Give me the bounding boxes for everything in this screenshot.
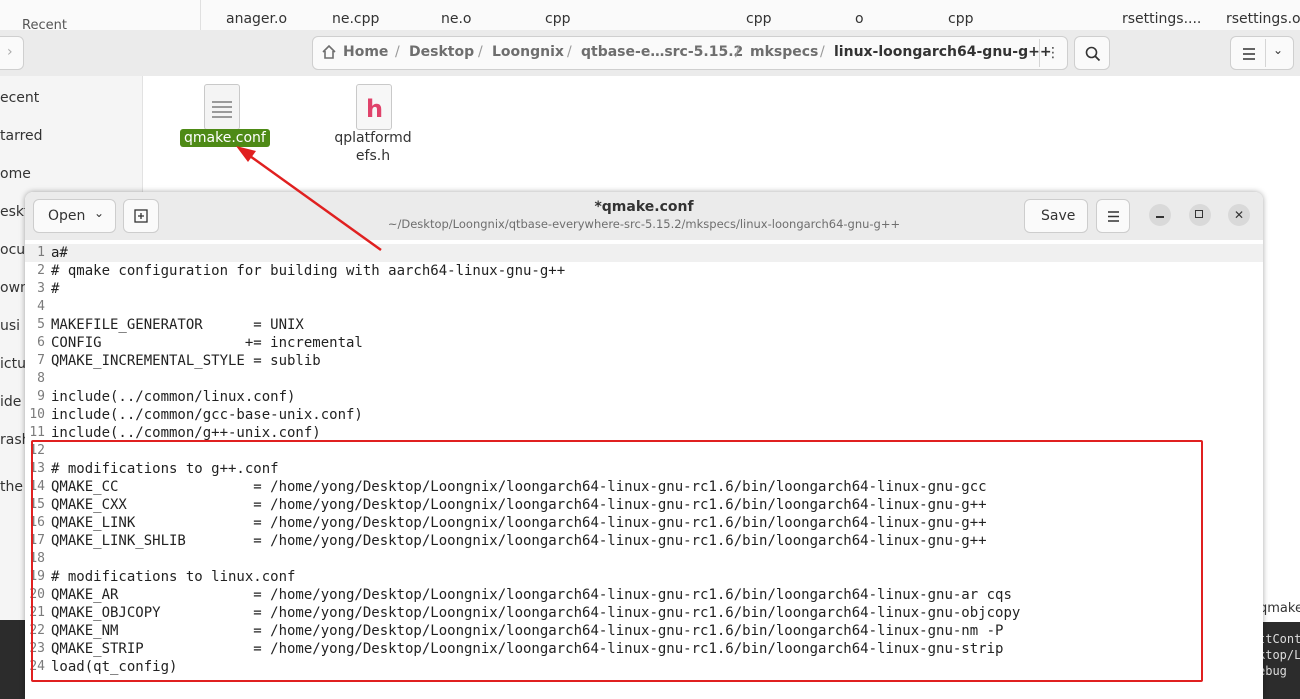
code-line: QMAKE_INCREMENTAL_STYLE = sublib (51, 353, 321, 369)
chevron-down-icon: ⌄ (1273, 43, 1284, 57)
code-line: # qmake configuration for building with … (51, 263, 566, 279)
background-file: rsettings.o (1226, 11, 1300, 27)
line-number: 10 (29, 407, 45, 422)
line-number: 7 (37, 353, 45, 368)
code-line: a# (51, 245, 68, 261)
save-button[interactable]: Save (1024, 199, 1088, 233)
annotation-highlight-box (31, 440, 1203, 682)
current-line-highlight (25, 244, 1263, 262)
terminal-text: ttCont (1258, 632, 1300, 646)
line-number: 9 (37, 389, 45, 404)
background-file: ne.cpp (332, 11, 380, 27)
line-number: 2 (37, 263, 45, 278)
sidebar-item-home[interactable]: ome (0, 166, 31, 182)
main-menu-button[interactable] (1096, 199, 1130, 233)
line-number: 3 (37, 281, 45, 296)
maximize-button[interactable] (1189, 204, 1211, 226)
breadcrumb: Home / Desktop / Loongnix / qtbase-e…src… (312, 36, 1068, 70)
line-number: 4 (37, 299, 45, 314)
code-line: include(../common/linux.conf) (51, 389, 296, 405)
background-file: qmake. (1259, 601, 1300, 616)
file-manager-headerbar: › Home / Desktop / Loongnix / qtbase-e…s… (0, 30, 1300, 77)
editor-headerbar: Open ⌄ *qmake.conf ~/Desktop/Loongnix/qt… (25, 192, 1263, 241)
sidebar-item-starred[interactable]: tarred (0, 128, 43, 144)
code-editor[interactable]: 1 a# 2 # qmake configuration for building w… (25, 240, 1263, 699)
sidebar-item-recent[interactable]: ecent (0, 90, 39, 106)
background-file: cpp (948, 11, 974, 27)
line-number: 8 (37, 371, 45, 386)
background-file: o (855, 11, 864, 27)
save-button-label: Save (1041, 208, 1076, 224)
background-file: ne.o (441, 11, 472, 27)
search-button[interactable] (1074, 36, 1110, 70)
background-file: cpp (746, 11, 772, 27)
code-line: # (51, 281, 60, 297)
close-button[interactable]: ✕ (1228, 204, 1250, 226)
background-file: rsettings.... (1122, 11, 1202, 27)
file-label-qmake-conf[interactable]: qmake.conf (180, 129, 270, 147)
background-window-strip: Recent anager.o ne.cpp ne.o cpp cpp o cp… (0, 0, 1300, 33)
terminal-text: ktop/Lo (1258, 648, 1300, 662)
minimize-button[interactable] (1149, 204, 1171, 226)
text-file-icon[interactable] (204, 84, 240, 130)
breadcrumb-qtbase[interactable]: qtbase-e…src-5.15.2 (581, 44, 743, 60)
line-number: 5 (37, 317, 45, 332)
breadcrumb-desktop[interactable]: Desktop (409, 44, 474, 60)
sidebar-item-other[interactable]: the (0, 479, 23, 495)
chevron-right-icon: › (7, 44, 13, 60)
breadcrumb-loongnix[interactable]: Loongnix (492, 44, 564, 60)
home-icon[interactable] (322, 44, 336, 59)
text-editor-window: Open ⌄ *qmake.conf ~/Desktop/Loongnix/qt… (25, 192, 1263, 699)
code-line: CONFIG += incremental (51, 335, 363, 351)
sidebar-item-music[interactable]: usi (0, 318, 20, 334)
code-line: MAKEFILE_GENERATOR = UNIX (51, 317, 304, 333)
path-menu-icon[interactable]: ⋮ (1039, 39, 1066, 67)
file-label-line: efs.h (355, 148, 391, 164)
sidebar-item-documents[interactable]: ocu (0, 242, 25, 258)
header-file-icon[interactable]: h (356, 84, 392, 130)
background-file: anager.o (226, 11, 288, 27)
background-file: cpp (545, 11, 571, 27)
breadcrumb-current[interactable]: linux-loongarch64-gnu-g++ (834, 44, 1052, 60)
file-label-line: qplatformd (334, 130, 412, 146)
sidebar-item-videos[interactable]: ide (0, 394, 21, 410)
search-icon (1085, 46, 1101, 66)
line-number: 1 (37, 245, 45, 260)
file-label-qplatformdefs[interactable]: qplatformd efs.h (328, 129, 418, 165)
breadcrumb-mkspecs[interactable]: mkspecs (750, 44, 818, 60)
maximize-icon (1195, 210, 1203, 218)
forward-button[interactable]: › (0, 36, 24, 70)
view-options-button[interactable]: ⌄ (1230, 36, 1294, 70)
close-icon: ✕ (1233, 208, 1245, 222)
minimize-icon (1156, 216, 1164, 218)
breadcrumb-home[interactable]: Home (343, 44, 388, 60)
list-view-icon (1242, 46, 1256, 65)
code-line: include(../common/gcc-base-unix.conf) (51, 407, 363, 423)
line-number: 6 (37, 335, 45, 350)
hamburger-menu-icon (1107, 210, 1120, 227)
sidebar-item-pictures[interactable]: ictu (0, 356, 26, 372)
